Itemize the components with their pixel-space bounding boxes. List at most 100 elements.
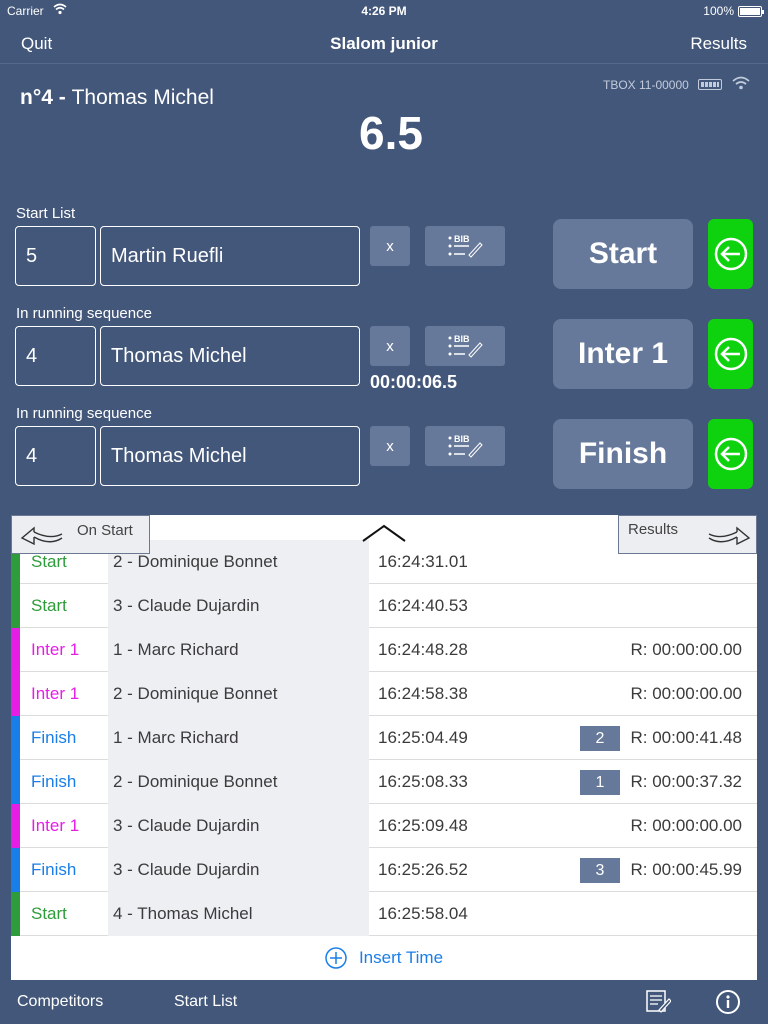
timing-competitor: 2 - Dominique Bonnet bbox=[108, 672, 369, 716]
timing-row[interactable]: Start 4 - Thomas Michel 16:25:58.04 bbox=[11, 892, 757, 936]
timing-type: Start bbox=[31, 596, 67, 615]
start-bib-field[interactable]: 5 bbox=[15, 226, 96, 286]
bib-list-icon: BIB bbox=[448, 434, 483, 458]
current-time-display: 6.5 bbox=[359, 107, 423, 159]
panel-header: On Start Results bbox=[11, 515, 757, 554]
finish-name-field[interactable]: Thomas Michel bbox=[100, 426, 360, 486]
finish-clear-button[interactable]: x bbox=[370, 426, 410, 466]
rank-badge: 2 bbox=[580, 726, 620, 751]
inter-elapsed-time: 00:00:06.5 bbox=[370, 372, 458, 392]
timing-row[interactable]: Finish 2 - Dominique Bonnet 16:25:08.33 1 R:… bbox=[11, 760, 757, 804]
svg-text:BIB: BIB bbox=[454, 434, 470, 444]
curved-arrow-left-icon bbox=[20, 526, 63, 546]
bottom-toolbar: Competitors Start List bbox=[0, 980, 768, 1024]
svg-text:BIB: BIB bbox=[454, 234, 470, 244]
timing-type: Start bbox=[31, 904, 67, 923]
timing-time: 16:25:08.33 bbox=[378, 772, 468, 791]
type-color-stripe bbox=[11, 804, 20, 848]
insert-time-label: Insert Time bbox=[358, 947, 444, 967]
timing-time: 16:24:48.28 bbox=[378, 640, 468, 659]
inter-clear-button[interactable]: x bbox=[370, 326, 410, 366]
run-time: R: 00:00:41.48 bbox=[630, 728, 742, 747]
timing-type: Inter 1 bbox=[31, 640, 80, 659]
timing-competitor: 3 - Claude Dujardin bbox=[108, 804, 369, 848]
battery-percent: 100% bbox=[703, 4, 734, 18]
timing-time: 16:25:26.52 bbox=[378, 860, 468, 879]
timing-row[interactable]: Inter 1 1 - Marc Richard 16:24:48.28 R: 00:… bbox=[11, 628, 757, 672]
timing-competitor: 3 - Claude Dujardin bbox=[108, 848, 369, 892]
timing-type: Inter 1 bbox=[31, 816, 80, 835]
timing-competitor: 3 - Claude Dujardin bbox=[108, 584, 369, 628]
finish-sequence-label: In running sequence bbox=[16, 405, 152, 422]
start-list-label: Start List bbox=[16, 205, 76, 222]
inter-1-button[interactable]: Inter 1 bbox=[553, 319, 693, 389]
timing-row[interactable]: Finish 3 - Claude Dujardin 16:25:26.52 3 R: … bbox=[11, 848, 757, 892]
type-color-stripe bbox=[11, 672, 20, 716]
run-time: R: 00:00:37.32 bbox=[630, 772, 742, 791]
start-list-tab[interactable]: Start List bbox=[174, 993, 237, 1011]
info-icon[interactable] bbox=[715, 989, 741, 1015]
timing-time: 16:24:40.53 bbox=[378, 596, 468, 615]
timing-competitor: 2 - Dominique Bonnet bbox=[108, 760, 369, 804]
run-time: R: 00:00:00.00 bbox=[630, 640, 742, 659]
on-start-label: On Start bbox=[77, 522, 133, 539]
timing-list-panel: Start 2 - Dominique Bonnet 16:24:31.01 Star… bbox=[11, 515, 757, 980]
timing-row[interactable]: Finish 1 - Marc Richard 16:25:04.49 2 R: 00:… bbox=[11, 716, 757, 760]
competitors-tab[interactable]: Competitors bbox=[17, 993, 103, 1011]
navigation-bar: Quit Slalom junior Results bbox=[0, 22, 768, 64]
finish-bib-field[interactable]: 4 bbox=[15, 426, 96, 486]
timing-row[interactable]: Inter 1 2 - Dominique Bonnet 16:24:58.38 R:… bbox=[11, 672, 757, 716]
rank-badge: 3 bbox=[580, 858, 620, 883]
timing-time: 16:25:04.49 bbox=[378, 728, 468, 747]
device-wifi-icon bbox=[732, 76, 750, 90]
run-time: R: 00:00:00.00 bbox=[630, 684, 742, 703]
timing-list[interactable]: Start 2 - Dominique Bonnet 16:24:31.01 Star… bbox=[11, 540, 757, 936]
inter-bib-field[interactable]: 4 bbox=[15, 326, 96, 386]
start-clear-button[interactable]: x bbox=[370, 226, 410, 266]
timing-competitor: 1 - Marc Richard bbox=[108, 716, 369, 760]
type-color-stripe bbox=[11, 848, 20, 892]
timing-row[interactable]: Inter 1 3 - Claude Dujardin 16:25:09.48 R: … bbox=[11, 804, 757, 848]
inter-bib-list-button[interactable]: BIB bbox=[425, 326, 505, 366]
insert-time-button[interactable]: Insert Time bbox=[11, 935, 757, 980]
timing-type: Finish bbox=[31, 728, 77, 747]
finish-button[interactable]: Finish bbox=[553, 419, 693, 489]
start-name-field[interactable]: Martin Ruefli bbox=[100, 226, 360, 286]
timing-competitor: 1 - Marc Richard bbox=[108, 628, 369, 672]
device-label: TBOX 11-00000 bbox=[603, 78, 689, 92]
edit-list-icon[interactable] bbox=[645, 988, 671, 1014]
start-trigger-button[interactable] bbox=[708, 219, 753, 289]
timing-row[interactable]: Start 3 - Claude Dujardin 16:24:40.53 bbox=[11, 584, 757, 628]
start-bib-list-button[interactable]: BIB bbox=[425, 226, 505, 266]
timing-time: 16:24:31.01 bbox=[378, 552, 468, 571]
svg-text:BIB: BIB bbox=[454, 334, 470, 344]
enter-arrow-icon bbox=[714, 437, 747, 471]
device-battery-icon bbox=[698, 79, 722, 90]
type-color-stripe bbox=[11, 584, 20, 628]
finish-trigger-button[interactable] bbox=[708, 419, 753, 489]
inter-name-field[interactable]: Thomas Michel bbox=[100, 326, 360, 386]
start-button[interactable]: Start bbox=[553, 219, 693, 289]
type-color-stripe bbox=[11, 628, 20, 672]
timing-type: Finish bbox=[31, 772, 77, 791]
timing-time: 16:25:09.48 bbox=[378, 816, 468, 835]
timing-type: Finish bbox=[31, 860, 77, 879]
on-start-tab[interactable]: On Start bbox=[11, 515, 150, 554]
finish-bib-list-button[interactable]: BIB bbox=[425, 426, 505, 466]
run-time: R: 00:00:45.99 bbox=[630, 860, 742, 879]
chevron-up-icon[interactable] bbox=[361, 523, 407, 543]
timing-time: 16:24:58.38 bbox=[378, 684, 468, 703]
bib-list-icon: BIB bbox=[448, 234, 483, 258]
enter-arrow-icon bbox=[714, 337, 747, 371]
timing-type: Inter 1 bbox=[31, 684, 80, 703]
type-color-stripe bbox=[11, 716, 20, 760]
battery-icon bbox=[738, 6, 764, 17]
type-color-stripe bbox=[11, 760, 20, 804]
status-time: 4:26 PM bbox=[361, 4, 407, 18]
results-tab[interactable]: Results bbox=[618, 515, 757, 554]
inter-trigger-button[interactable] bbox=[708, 319, 753, 389]
inter-sequence-label: In running sequence bbox=[16, 305, 152, 322]
bib-list-icon: BIB bbox=[448, 334, 483, 358]
results-tab-label: Results bbox=[628, 521, 679, 538]
results-button[interactable]: Results bbox=[690, 34, 747, 54]
